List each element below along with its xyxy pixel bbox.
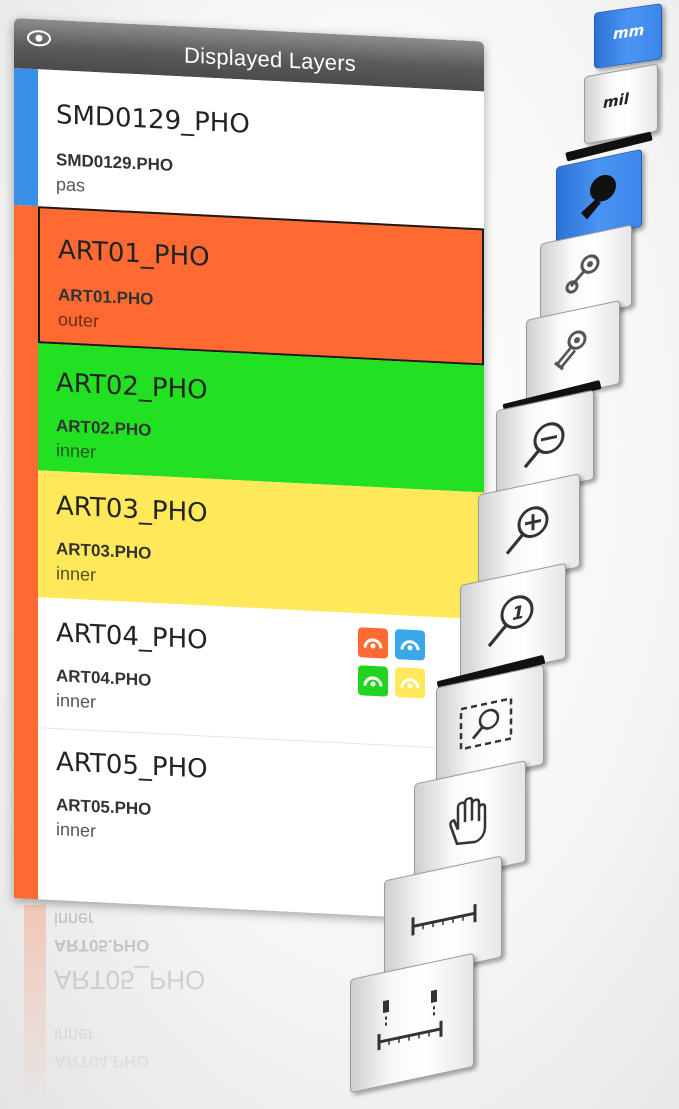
layer-item-smd0129[interactable]: SMD0129_PHO SMD0129.PHO pas (38, 69, 484, 229)
unit-mm-button[interactable]: mm (594, 3, 662, 69)
layer-type: outer (58, 309, 100, 332)
layer-stripe-top (14, 68, 38, 207)
layer-file: ART01.PHO (58, 285, 154, 309)
layer-item-art04[interactable]: ART04_PHO ART04.PHO inner (38, 597, 484, 750)
panel-reflection: inner ART05.PHO ART05_PHO inner ART04.PH… (14, 905, 354, 1105)
layer-item-art02[interactable]: ART02_PHO ART02.PHO inner (38, 343, 484, 493)
layer-name: ART05_PHO (56, 747, 208, 785)
layer-type: inner (56, 563, 97, 586)
select-cursor-icon (581, 174, 616, 220)
reflection-text: ART05_PHO (54, 965, 206, 995)
svg-text:1: 1 (512, 602, 525, 625)
layer-type: inner (56, 440, 97, 463)
color-swatch-green[interactable] (358, 665, 388, 697)
panel-title: Displayed Layers (184, 42, 356, 77)
zoom-actual-icon: 1 (487, 595, 534, 648)
layer-item-art03[interactable]: ART03_PHO ART03.PHO inner (38, 470, 484, 620)
unit-mil-button[interactable]: mil (584, 63, 658, 145)
layer-item-art01[interactable]: ART01_PHO ART01.PHO outer (38, 206, 484, 366)
layer-type: inner (56, 690, 97, 713)
layer-file: ART05.PHO (56, 795, 152, 819)
layer-stripe-rest (14, 205, 38, 907)
layer-name: ART03_PHO (56, 491, 208, 529)
layer-name: ART01_PHO (58, 235, 210, 273)
reflection-text: inner (54, 1025, 95, 1045)
arc-icon (363, 676, 383, 687)
color-swatch-orange[interactable] (358, 627, 388, 659)
color-swatch-blue[interactable] (395, 629, 425, 661)
layer-name: ART04_PHO (56, 618, 208, 656)
unit-mil-label: mil (603, 89, 629, 113)
eye-icon[interactable] (26, 29, 52, 48)
measure-ruler-icon (411, 903, 477, 936)
arc-icon (400, 640, 420, 651)
measure-distance-button[interactable] (350, 952, 474, 1094)
measure-distance-icon (377, 989, 443, 1051)
zoom-area-icon (459, 697, 513, 751)
reflection-text: ART05.PHO (54, 936, 150, 955)
pan-hand-icon (449, 796, 487, 846)
layer-file: SMD0129.PHO (56, 150, 174, 175)
net-highlight-icon (565, 254, 600, 294)
reflection-stripe (24, 905, 46, 1105)
layer-file: ART03.PHO (56, 539, 152, 563)
layer-file: ART02.PHO (56, 416, 152, 440)
reflection-text: ART04.PHO (54, 1052, 150, 1071)
unit-mm-label: mm (613, 20, 645, 44)
layer-type: inner (56, 819, 97, 842)
zoom-in-icon (505, 506, 549, 555)
reflection-text: inner (54, 909, 95, 929)
arc-icon (400, 678, 420, 689)
layer-file: ART04.PHO (56, 666, 152, 690)
layer-name: SMD0129_PHO (56, 100, 250, 140)
net-trace-icon (553, 330, 587, 371)
layer-type: pas (56, 174, 86, 196)
color-swatch-yellow[interactable] (395, 667, 425, 699)
zoom-out-icon (523, 422, 565, 469)
arc-icon (363, 638, 383, 649)
layer-name: ART02_PHO (56, 368, 208, 406)
